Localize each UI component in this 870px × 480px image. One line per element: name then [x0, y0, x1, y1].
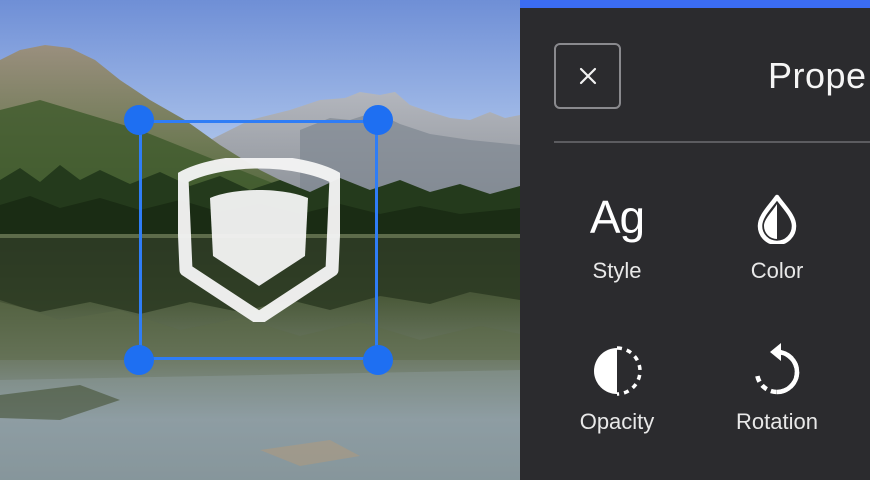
tool-opacity[interactable]: Opacity: [557, 342, 677, 442]
opacity-icon: [557, 345, 677, 397]
close-button[interactable]: [554, 43, 621, 109]
resize-handle-top-left[interactable]: [124, 105, 154, 135]
tool-color[interactable]: Color: [717, 192, 837, 292]
tool-color-label: Color: [750, 258, 804, 283]
tool-opacity-label: Opacity: [579, 409, 655, 434]
tool-rotation[interactable]: Rotation: [717, 342, 837, 442]
resize-handle-top-right[interactable]: [363, 105, 393, 135]
close-icon: [579, 67, 596, 85]
resize-handle-bottom-right[interactable]: [363, 345, 393, 375]
rotation-icon: [717, 342, 837, 398]
panel-accent-bar: [520, 0, 870, 8]
tool-style[interactable]: Ag Style: [557, 192, 677, 292]
tool-rotation-label: Rotation: [736, 409, 818, 434]
panel-divider: [554, 141, 870, 143]
panel-title: Prope: [768, 55, 867, 96]
properties-panel: Prope Ag Style Color Opacity Rotation: [520, 0, 870, 480]
tool-style-label: Style: [592, 258, 642, 283]
resize-handle-bottom-left[interactable]: [124, 345, 154, 375]
color-drop-icon: [717, 194, 837, 244]
photo-canvas[interactable]: [0, 0, 520, 480]
text-style-icon: Ag: [589, 191, 645, 243]
selection-frame[interactable]: [139, 120, 378, 360]
